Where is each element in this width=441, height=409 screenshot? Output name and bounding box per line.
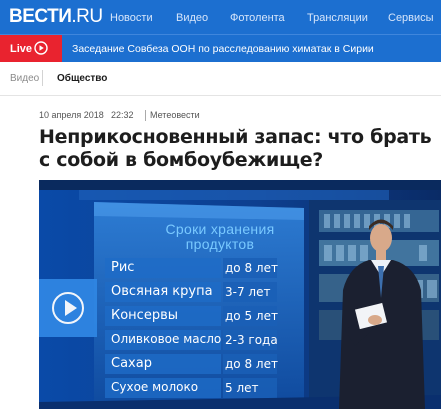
- food-item-shelf-life: до 5 лет: [225, 309, 278, 323]
- food-item-name: Консервы: [111, 308, 179, 323]
- article-category[interactable]: Метеовести: [150, 110, 200, 121]
- logo-suffix: .RU: [71, 6, 103, 27]
- live-label: Live: [10, 43, 33, 55]
- breadcrumb-video[interactable]: Видео: [10, 73, 39, 85]
- video-play-button[interactable]: [39, 279, 97, 337]
- logo-main: ВЕСТИ: [9, 6, 72, 27]
- article-date: 10 апреля 2018: [39, 110, 104, 120]
- food-item-shelf-life: 3-7 лет: [225, 285, 271, 299]
- live-headline-link[interactable]: Заседание Совбеза ООН по расследованию х…: [72, 43, 374, 56]
- play-icon: [65, 300, 77, 316]
- food-item-name: Сахар: [111, 356, 152, 371]
- nav-item-photo[interactable]: Фотолента: [230, 11, 285, 25]
- breadcrumb-society[interactable]: Общество: [57, 73, 107, 85]
- nav-item-services[interactable]: Сервисы: [388, 11, 434, 25]
- article-time: 22:32: [111, 110, 134, 120]
- article-title: Неприкосновенный запас: что брать с собо…: [39, 126, 432, 171]
- food-item-shelf-life: до 8 лет: [225, 357, 278, 371]
- food-item-shelf-life: 5 лет: [225, 381, 259, 395]
- page: ВЕСТИ.RU Новости Видео Фотолента Трансля…: [0, 0, 441, 409]
- breadcrumb-divider: [42, 70, 43, 86]
- food-item-name: Оливковое масло: [111, 332, 222, 346]
- food-item-name: Овсяная крупа: [111, 284, 213, 299]
- nav-item-news[interactable]: Новости: [110, 11, 153, 25]
- food-item-shelf-life: 2-3 года: [225, 333, 278, 347]
- play-circle-icon: [34, 41, 48, 55]
- site-logo[interactable]: ВЕСТИ.RU: [9, 6, 103, 28]
- video-player[interactable]: Сроки хранения продуктов Рис до 8 лет Ов…: [39, 180, 441, 409]
- panel-title-line-2: продуктов: [185, 236, 255, 252]
- live-badge[interactable]: Live: [0, 35, 62, 63]
- nav-item-broadcasts[interactable]: Трансляции: [307, 11, 368, 25]
- live-bar: Live Заседание Совбеза ООН по расследова…: [0, 34, 441, 63]
- breadcrumb: Видео Общество: [0, 62, 441, 96]
- nav-item-video[interactable]: Видео: [176, 11, 208, 25]
- top-nav: ВЕСТИ.RU Новости Видео Фотолента Трансля…: [0, 0, 441, 34]
- food-item-name: Сухое молоко: [111, 380, 199, 394]
- panel-title-line-1: Сроки хранения: [165, 221, 275, 237]
- meta-divider: [145, 110, 146, 121]
- panel-title: Сроки хранения продуктов: [155, 222, 285, 252]
- food-item-shelf-life: до 8 лет: [225, 261, 278, 275]
- food-item-name: Рис: [111, 260, 135, 275]
